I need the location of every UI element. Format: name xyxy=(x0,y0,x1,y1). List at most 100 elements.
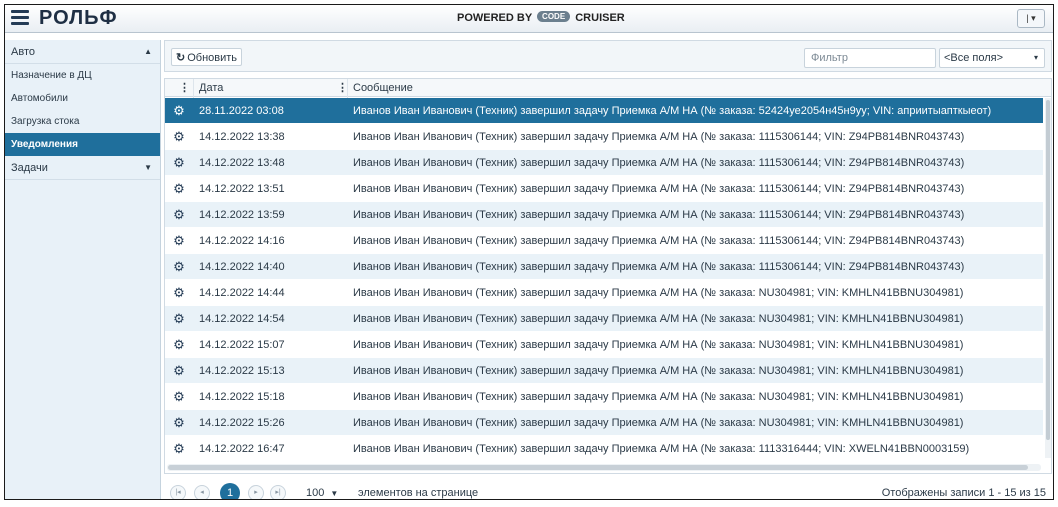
table-row[interactable]: ⚙ 14.12.2022 13:51 Иванов Иван Иванович (Т… xyxy=(165,176,1043,202)
cell-message: Иванов Иван Иванович (Техник) завершил з… xyxy=(353,105,992,117)
powered-prefix: POWERED BY xyxy=(457,12,532,24)
cell-date: 14.12.2022 15:07 xyxy=(199,339,285,351)
gear-icon[interactable]: ⚙ xyxy=(172,410,186,436)
cell-date: 14.12.2022 14:40 xyxy=(199,261,285,273)
gear-icon[interactable]: ⚙ xyxy=(172,436,186,462)
table-row[interactable]: ⚙ 14.12.2022 13:38 Иванов Иван Иванович (Т… xyxy=(165,124,1043,150)
gear-icon[interactable]: ⚙ xyxy=(172,228,186,254)
sidebar-group-tasks[interactable]: Задачи ▼ xyxy=(5,156,160,180)
gear-icon[interactable]: ⚙ xyxy=(172,332,186,358)
page-size-select[interactable]: 100 ▼ xyxy=(306,485,339,499)
sidebar-group-auto[interactable]: Авто ▲ xyxy=(5,40,160,64)
field-select[interactable]: <Все поля> ▾ xyxy=(939,48,1045,68)
pager: |◂ ◂ 1 ▸ ▸| 100 ▼ элементов на странице О… xyxy=(164,480,1052,499)
refresh-label: Обновить xyxy=(187,52,238,64)
refresh-icon: ↻ xyxy=(176,52,186,64)
column-header-message[interactable]: Сообщение xyxy=(353,79,413,97)
cell-date: 28.11.2022 03:08 xyxy=(199,105,284,117)
chevron-down-icon: ▾ xyxy=(1033,53,1038,62)
cell-message: Иванов Иван Иванович (Техник) завершил з… xyxy=(353,261,965,273)
cell-message: Иванов Иван Иванович (Техник) завершил з… xyxy=(353,287,964,299)
cell-message: Иванов Иван Иванович (Техник) завершил з… xyxy=(353,443,970,455)
first-page-button[interactable]: |◂ xyxy=(170,485,186,499)
cell-message: Иванов Иван Иванович (Техник) завершил з… xyxy=(353,365,964,377)
gear-icon[interactable]: ⚙ xyxy=(172,358,186,384)
sidebar-item[interactable]: Загрузка стока xyxy=(5,110,160,133)
grid-header: ⋮ Дата ⋮ Сообщение xyxy=(165,79,1051,97)
hamburger-icon[interactable] xyxy=(11,10,29,26)
refresh-button[interactable]: ↻ Обновить xyxy=(171,48,243,66)
app-window: РОЛЬФ POWERED BY CODE CRUISER | ▾ Авто ▲… xyxy=(4,4,1054,500)
pager-info: Отображены записи 1 - 15 из 15 xyxy=(881,487,1046,499)
user-menu-button[interactable]: | ▾ xyxy=(1017,9,1045,28)
gear-icon[interactable]: ⚙ xyxy=(172,306,186,332)
cell-message: Иванов Иван Иванович (Техник) завершил з… xyxy=(353,183,965,195)
powered-by: POWERED BY CODE CRUISER xyxy=(457,10,625,24)
gear-icon[interactable]: ⚙ xyxy=(172,384,186,410)
table-row[interactable]: ⚙ 14.12.2022 14:54 Иванов Иван Иванович (Т… xyxy=(165,306,1043,332)
chevron-up-icon: ▲ xyxy=(144,47,152,56)
chevron-down-icon: ▼ xyxy=(144,163,152,172)
cell-date: 14.12.2022 16:47 xyxy=(199,443,285,455)
sidebar-item[interactable]: Назначение в ДЦ xyxy=(5,64,160,87)
table-row[interactable]: ⚙ 14.12.2022 14:16 Иванов Иван Иванович (Т… xyxy=(165,228,1043,254)
field-select-value: <Все поля> xyxy=(944,52,1004,64)
vertical-scrollbar[interactable] xyxy=(1045,98,1051,458)
table-row[interactable]: ⚙ 14.12.2022 16:47 Иванов Иван Иванович (Т… xyxy=(165,436,1043,462)
column-header-date[interactable]: Дата xyxy=(199,79,223,97)
cell-date: 14.12.2022 13:48 xyxy=(199,157,285,169)
sidebar-item[interactable]: Автомобили xyxy=(5,87,160,110)
table-row[interactable]: ⚙ 14.12.2022 15:18 Иванов Иван Иванович (Т… xyxy=(165,384,1043,410)
cell-message: Иванов Иван Иванович (Техник) завершил з… xyxy=(353,391,964,403)
cell-date: 14.12.2022 14:16 xyxy=(199,235,285,247)
code-cruiser-badge: CODE xyxy=(537,10,571,22)
cell-date: 14.12.2022 13:51 xyxy=(199,183,285,195)
filter-input[interactable] xyxy=(804,48,936,68)
gear-icon[interactable]: ⚙ xyxy=(172,254,186,280)
top-bar: РОЛЬФ POWERED BY CODE CRUISER | ▾ xyxy=(5,5,1053,33)
main-panel: ↻Обновить <Все поля> ▾ ⋮ Дата ⋮ Сообщени… xyxy=(164,40,1052,499)
last-page-button[interactable]: ▸| xyxy=(270,485,286,499)
logo: РОЛЬФ xyxy=(39,7,118,29)
table-row[interactable]: ⚙ 14.12.2022 15:07 Иванов Иван Иванович (Т… xyxy=(165,332,1043,358)
chevron-down-icon: ▼ xyxy=(330,489,339,498)
grid-body: ⚙ 28.11.2022 03:08 Иванов Иван Иванович (Т… xyxy=(165,98,1043,462)
table-row[interactable]: ⚙ 14.12.2022 14:40 Иванов Иван Иванович (Т… xyxy=(165,254,1043,280)
cell-message: Иванов Иван Иванович (Техник) завершил з… xyxy=(353,157,965,169)
gear-icon[interactable]: ⚙ xyxy=(172,280,186,306)
gear-icon[interactable]: ⚙ xyxy=(172,176,186,202)
powered-suffix: CRUISER xyxy=(575,12,625,24)
table-row[interactable]: ⚙ 14.12.2022 15:26 Иванов Иван Иванович (Т… xyxy=(165,410,1043,436)
next-page-button[interactable]: ▸ xyxy=(248,485,264,499)
cell-date: 14.12.2022 14:44 xyxy=(199,287,285,299)
page-size-value: 100 xyxy=(306,487,325,499)
column-menu-icon[interactable]: ⋮ xyxy=(179,79,190,97)
gear-icon[interactable]: ⚙ xyxy=(172,98,186,124)
cell-message: Иванов Иван Иванович (Техник) завершил з… xyxy=(353,339,964,351)
cell-date: 14.12.2022 15:18 xyxy=(199,391,285,403)
table-row[interactable]: ⚙ 14.12.2022 15:13 Иванов Иван Иванович (Т… xyxy=(165,358,1043,384)
sidebar: Авто ▲ Назначение в ДЦ Автомобили Загрузка… xyxy=(5,40,161,499)
cell-date: 14.12.2022 15:13 xyxy=(199,365,285,377)
table-row[interactable]: ⚙ 14.12.2022 13:59 Иванов Иван Иванович (Т… xyxy=(165,202,1043,228)
table-row[interactable]: ⚙ 28.11.2022 03:08 Иванов Иван Иванович (Т… xyxy=(165,98,1043,124)
sidebar-item[interactable]: Уведомления xyxy=(5,133,160,156)
notifications-grid: ⋮ Дата ⋮ Сообщение ⚙ 28.11.2022 03:08 Иван… xyxy=(164,78,1052,474)
current-page[interactable]: 1 xyxy=(220,483,240,499)
cell-message: Иванов Иван Иванович (Техник) завершил з… xyxy=(353,313,964,325)
horizontal-scrollbar[interactable] xyxy=(167,464,1041,471)
sidebar-group-label: Авто xyxy=(11,46,35,58)
gear-icon[interactable]: ⚙ xyxy=(172,202,186,228)
gear-icon[interactable]: ⚙ xyxy=(172,124,186,150)
cell-message: Иванов Иван Иванович (Техник) завершил з… xyxy=(353,417,964,429)
cell-date: 14.12.2022 13:59 xyxy=(199,209,285,221)
cell-date: 14.12.2022 13:38 xyxy=(199,131,285,143)
gear-icon[interactable]: ⚙ xyxy=(172,150,186,176)
table-row[interactable]: ⚙ 14.12.2022 13:48 Иванов Иван Иванович (Т… xyxy=(165,150,1043,176)
toolbar: ↻Обновить <Все поля> ▾ xyxy=(164,40,1052,72)
sidebar-group-label: Задачи xyxy=(11,162,48,174)
cell-message: Иванов Иван Иванович (Техник) завершил з… xyxy=(353,131,965,143)
prev-page-button[interactable]: ◂ xyxy=(194,485,210,499)
cell-message: Иванов Иван Иванович (Техник) завершил з… xyxy=(353,235,965,247)
table-row[interactable]: ⚙ 14.12.2022 14:44 Иванов Иван Иванович (Т… xyxy=(165,280,1043,306)
